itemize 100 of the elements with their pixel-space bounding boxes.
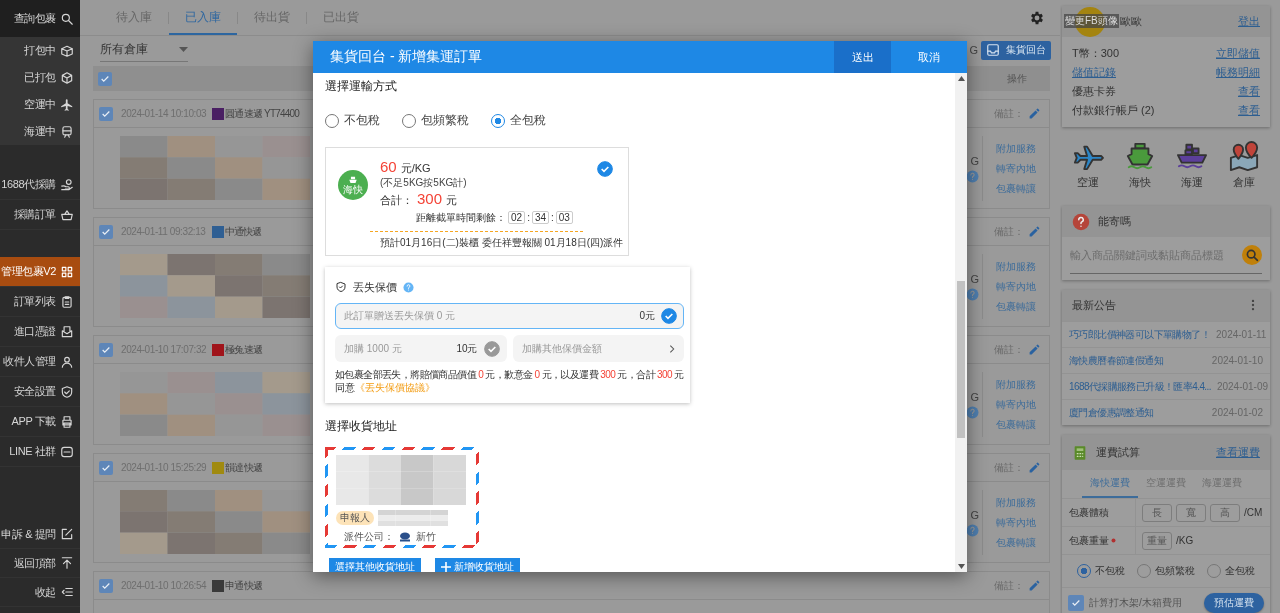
view-link[interactable]: 查看	[1238, 103, 1260, 118]
clipboard-icon	[60, 294, 74, 309]
radio-label[interactable]: 包頻繁稅	[421, 112, 469, 129]
dialog-button[interactable]: 送出	[834, 41, 891, 73]
announcement-link[interactable]: 1688代採購服務已升級！匯率4.4...	[1069, 379, 1211, 394]
plane-icon	[60, 97, 74, 112]
agreement-text: 同意《丟失保價協議》	[335, 381, 436, 394]
insurance-option[interactable]: 加購其他保價金額	[512, 335, 684, 362]
checkbox[interactable]	[98, 71, 112, 86]
mode-label[interactable]: 空運	[1077, 175, 1099, 190]
inbox-icon	[986, 43, 1000, 57]
sea-express-badge: 海快	[338, 170, 368, 200]
radio-label[interactable]: 不包稅	[344, 112, 380, 129]
address-button[interactable]: 選擇其他收貨地址	[329, 558, 421, 572]
sidebar-item[interactable]: 管理包裹V2	[0, 257, 80, 287]
input-field[interactable]: 長	[1142, 503, 1172, 522]
radio-button[interactable]	[491, 113, 505, 128]
shipping-plan-card[interactable]: 海快 60 元/KG (不足5KG按5KG計) 合計： 300 元 距離截單時間剩餘： 02 : 34 : 03 預計01月16日(二)裝櫃 委任祥豐報關 01月18日(四)派件	[325, 147, 629, 256]
dialog-button[interactable]: 取消	[891, 41, 967, 73]
mode-label[interactable]: 倉庫	[1233, 175, 1255, 190]
pencil-icon[interactable]	[1028, 107, 1041, 120]
unit-label: /KG	[1176, 535, 1194, 546]
checkbox[interactable]	[1068, 595, 1084, 611]
radio-label[interactable]: 不包稅	[1095, 564, 1125, 578]
edit-icon	[60, 527, 74, 541]
sender-tag: 申報人	[336, 511, 374, 525]
checkmark-icon	[101, 462, 111, 473]
courier-name: 圓通速遞 YT74400	[225, 106, 300, 121]
radio-label[interactable]: 全包稅	[1225, 564, 1255, 578]
field-label: 包裹重量	[1069, 533, 1109, 548]
avatar-caption[interactable]: 變更FB頭像	[1064, 14, 1119, 28]
chat-icon	[60, 444, 74, 459]
pencil-icon[interactable]	[1028, 579, 1041, 592]
envelope-icon	[60, 324, 74, 339]
view-link[interactable]: 查看	[1238, 84, 1260, 99]
estimate-button[interactable]: 預估運費	[1204, 593, 1264, 613]
checkbox[interactable]	[99, 224, 113, 239]
radio-button[interactable]	[1077, 564, 1091, 578]
cut-text: G	[970, 508, 979, 521]
announcement-link[interactable]: 廈門倉優惠調整通知	[1069, 405, 1154, 420]
account-link[interactable]: 帳務明細	[1216, 65, 1260, 80]
check-icon[interactable]	[597, 161, 613, 177]
address-card[interactable]: 申報人 派件公司： 新竹	[325, 447, 479, 548]
pencil-icon[interactable]	[1028, 225, 1041, 238]
check-icon[interactable]	[483, 340, 500, 357]
checkbox[interactable]	[99, 342, 113, 357]
scrollbar[interactable]	[955, 73, 967, 572]
input-field[interactable]: 寬	[1176, 503, 1206, 522]
coin-hand-icon	[60, 177, 74, 192]
ship-icon[interactable]	[1174, 141, 1210, 171]
checkbox[interactable]	[99, 578, 113, 593]
card-title: 能寄嗎	[1098, 214, 1131, 229]
scrollbar-thumb[interactable]	[957, 281, 965, 438]
shield-icon	[335, 281, 347, 293]
help-icon[interactable]	[966, 287, 979, 301]
checkbox[interactable]	[99, 460, 113, 475]
topup-link[interactable]: 立即儲值	[1216, 46, 1260, 61]
sidebar-item[interactable]: 查詢包裹	[0, 0, 80, 37]
address-button[interactable]: 新增收貨地址	[435, 558, 520, 572]
help-icon[interactable]	[966, 169, 979, 183]
checkbox-label[interactable]: 計算打木架/木箱費用	[1089, 596, 1182, 610]
help-icon[interactable]	[966, 523, 979, 537]
insurance-option[interactable]: 此訂單贈送丟失保價 0 元 0元	[335, 303, 684, 329]
price-value: 60	[380, 158, 397, 175]
announcement-link[interactable]: 巧巧郎比價神器可以下單購物了！	[1069, 327, 1210, 342]
mode-label[interactable]: 海運	[1181, 175, 1203, 190]
mode-label[interactable]: 海快	[1129, 175, 1151, 190]
dialog-title: 集貨回台 - 新增集運訂單	[329, 47, 484, 66]
grid-icon	[60, 264, 74, 279]
countdown-digits: 34	[531, 211, 550, 224]
input-field[interactable]: 高	[1210, 503, 1240, 522]
scroll-up-icon[interactable]	[957, 76, 965, 81]
account-link[interactable]: 儲值記錄	[1072, 65, 1116, 80]
pencil-icon[interactable]	[1028, 343, 1041, 356]
checkmark-icon	[1071, 598, 1081, 608]
help-icon[interactable]	[966, 405, 979, 419]
check-icon[interactable]	[661, 308, 677, 324]
radio-label[interactable]: 包頻繁稅	[1155, 564, 1195, 578]
sidebar-item[interactable]: 已打包	[0, 64, 80, 91]
loss-note: 如包裹全部丟失，將賠償商品價值 0 元，歉意金 0 元，以及運費 300 元，合計 300 元	[335, 368, 684, 381]
total-value: 300	[417, 190, 443, 207]
warehouse-select[interactable]: 所有倉庫	[100, 38, 188, 62]
countdown-separator: :	[527, 212, 530, 223]
user-icon	[60, 354, 74, 369]
sidebar-item[interactable]: 打包中	[0, 37, 80, 64]
courier-name: 中通快遞	[224, 224, 262, 239]
search-icon[interactable]	[1242, 245, 1262, 265]
total-unit: 元	[446, 193, 458, 208]
announcement-link[interactable]: 海快農曆春節連假通知	[1069, 353, 1163, 368]
pencil-icon[interactable]	[1028, 461, 1041, 474]
sidebar-item[interactable]: 空運中	[0, 91, 80, 118]
scroll-down-icon[interactable]	[957, 564, 965, 569]
checkbox[interactable]	[99, 106, 113, 121]
company-label: 派件公司：	[344, 530, 394, 544]
collect-button[interactable]: 集貨回台	[981, 40, 1051, 60]
insurance-option[interactable]: 加購 1000 元 10元	[335, 335, 507, 362]
account-label: 付款銀行帳戶 (2)	[1072, 103, 1155, 118]
sidebar-item[interactable]: 海運中	[0, 118, 80, 145]
radio-label[interactable]: 全包稅	[510, 112, 546, 129]
unit-label: /CM	[1244, 507, 1263, 518]
